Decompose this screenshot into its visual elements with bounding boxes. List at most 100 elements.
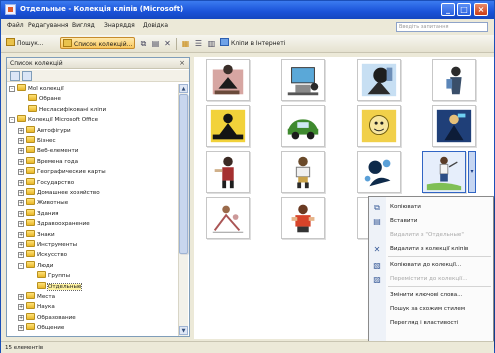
menu-view[interactable]: Вигляд [72, 22, 95, 29]
tree-item[interactable]: + Времена года [18, 156, 78, 166]
tree-item[interactable]: + Бізнес [18, 136, 56, 145]
delete-icon[interactable]: ✕ [163, 39, 172, 48]
folder-icon [28, 94, 37, 102]
scroll-up-icon[interactable]: ▲ [179, 84, 188, 93]
move-to-collection-icon: ▨ [373, 275, 381, 284]
menu-edit[interactable]: Редагування [28, 22, 69, 29]
tree-item[interactable]: + Инструменты [18, 240, 77, 249]
menu-file[interactable]: Файл [7, 22, 24, 29]
tree-item[interactable]: + Географические карты [18, 167, 106, 176]
tree-item[interactable]: + Наука [18, 302, 55, 311]
tree-item[interactable]: - Колекції Microsoft Office [9, 115, 98, 124]
tree-item-label: Домашнее хозяйство [37, 190, 100, 196]
expand-icon[interactable]: + [18, 210, 24, 217]
pane-back-icon[interactable] [10, 71, 20, 81]
collection-list-button[interactable]: Список колекцій... [60, 37, 136, 49]
tree-item[interactable]: + Здания [18, 208, 59, 218]
clip-thumbnail[interactable] [206, 105, 250, 147]
context-menu-item[interactable]: Пошук за схожим стилем [369, 303, 493, 316]
expand-icon[interactable]: + [18, 314, 24, 321]
tree-item[interactable]: + Автофігури [18, 125, 71, 135]
expand-icon[interactable]: + [18, 148, 24, 155]
tree-item[interactable]: + Общение [18, 323, 64, 332]
clip-thumbnail[interactable] [281, 151, 325, 193]
tree-item-label: Животные [37, 200, 69, 207]
thumbnails-icon[interactable]: ▦ [181, 39, 190, 48]
context-menu-item[interactable]: ▧ Копіювати до колекції... [369, 259, 493, 272]
expand-icon[interactable]: + [18, 294, 24, 300]
clip-thumbnail[interactable] [432, 105, 476, 147]
clip-thumbnail-selected[interactable] [422, 151, 466, 193]
tree-item[interactable]: + Искусство [18, 250, 67, 259]
expand-icon[interactable]: + [18, 304, 24, 311]
clip-thumbnail[interactable] [206, 151, 250, 193]
tree-item[interactable]: - Мої колекції [9, 84, 64, 93]
paste-icon[interactable]: ▤ [151, 39, 160, 48]
expand-icon[interactable]: + [18, 138, 24, 144]
tree-item[interactable]: Отдельные [27, 281, 83, 291]
expand-icon[interactable]: + [18, 158, 24, 165]
help-search-input[interactable]: Введіть запитання [396, 22, 488, 32]
collapse-icon[interactable]: - [9, 86, 15, 92]
expand-icon[interactable]: + [18, 252, 24, 259]
clip-thumbnail[interactable] [281, 59, 325, 101]
expand-icon[interactable]: + [18, 169, 24, 176]
scroll-thumb[interactable] [179, 94, 188, 254]
tree-item[interactable]: Группы [27, 271, 70, 280]
copy-icon[interactable]: ⧉ [139, 39, 148, 48]
tree-item-label: Общение [37, 325, 65, 332]
expand-icon[interactable]: + [18, 325, 24, 332]
clip-thumbnail[interactable] [357, 105, 401, 147]
tree-item[interactable]: + Образование [18, 312, 76, 322]
context-menu-item[interactable]: ▤ Вставити [369, 215, 493, 228]
context-menu-item[interactable]: Перегляд і властивості [369, 317, 493, 330]
tree-item[interactable]: Несласифіковані кліпи [18, 104, 106, 114]
tree-item[interactable]: + Государство [18, 177, 74, 187]
expand-icon[interactable]: + [18, 190, 24, 196]
clip-thumbnail[interactable] [206, 59, 250, 101]
title-bar[interactable]: Отдельные - Колекція кліпів (Microsoft) … [1, 1, 494, 19]
menu-help[interactable]: Довідка [143, 22, 168, 29]
collapse-icon[interactable]: - [9, 117, 15, 124]
tree-item[interactable]: + Здравоохранение [18, 219, 90, 228]
tree-item[interactable]: - Люди [18, 260, 53, 270]
tree-item[interactable]: + Знаки [18, 229, 55, 239]
maximize-button[interactable]: □ [457, 3, 471, 16]
tree-item[interactable]: + Животные [18, 198, 68, 207]
clip-thumbnail[interactable] [206, 197, 250, 239]
clip-thumbnail[interactable] [357, 59, 401, 101]
clip-thumbnail[interactable] [281, 197, 325, 239]
expand-icon[interactable]: + [18, 127, 24, 134]
clip-thumbnail[interactable] [357, 151, 401, 193]
clips-online-button[interactable]: Кліпи в Інтернеті [220, 38, 285, 50]
expand-icon[interactable]: + [18, 179, 24, 186]
tree-item[interactable]: + Домашнее хозяйство [18, 188, 100, 197]
expand-icon[interactable]: + [18, 221, 24, 228]
tree-scrollbar[interactable]: ▲ ▼ [178, 84, 188, 336]
scroll-down-icon[interactable]: ▼ [179, 326, 188, 335]
list-view-icon[interactable]: ☰ [194, 39, 203, 48]
collapse-icon[interactable]: - [18, 262, 24, 269]
tree-item[interactable]: + Места [18, 292, 55, 301]
tree-item[interactable]: Обране [18, 94, 61, 103]
clip-thumbnail[interactable] [432, 59, 476, 101]
tree-item[interactable]: + Веб-елементи [18, 146, 78, 155]
paste-icon: ▤ [373, 217, 381, 226]
pane-close-icon[interactable]: × [178, 59, 186, 67]
menu-tools[interactable]: Знаряддя [104, 22, 135, 29]
clip-thumbnail[interactable] [281, 105, 325, 147]
minimize-button[interactable]: _ [441, 3, 455, 16]
tree-item-label: Автофігури [37, 127, 71, 134]
folder-icon [26, 136, 35, 143]
expand-icon[interactable]: + [18, 231, 24, 238]
expand-icon[interactable]: + [18, 200, 24, 207]
context-menu-item[interactable]: Змінити ключові слова... [369, 289, 493, 302]
close-button[interactable]: × [474, 3, 488, 16]
pane-forward-icon[interactable] [22, 71, 32, 81]
context-menu-item[interactable]: ✕ Видалити з колекції кліпів [369, 243, 493, 256]
details-view-icon[interactable]: ▥ [207, 39, 216, 48]
search-button[interactable]: Пошук... [6, 38, 44, 50]
expand-icon[interactable]: + [18, 242, 24, 248]
context-menu-item[interactable]: ⧉ Копіювати [369, 201, 493, 214]
clip-dropdown-button[interactable]: ▾ [468, 151, 476, 193]
